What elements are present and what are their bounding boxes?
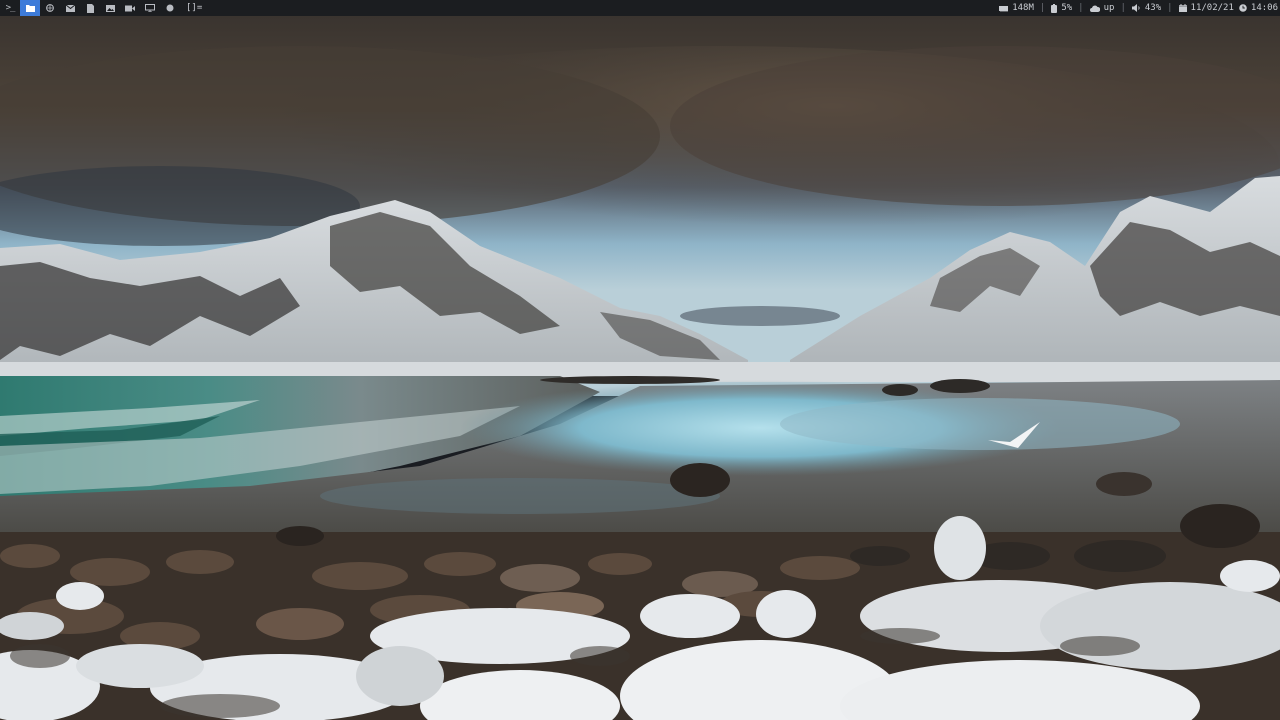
- wallpaper-image: [0, 16, 1280, 720]
- separator: |: [1078, 3, 1084, 13]
- desktop: >_ []= 148M | 5% | up | 43% | 11/02/21 1…: [0, 0, 1280, 720]
- workspace-globe[interactable]: [40, 0, 60, 16]
- globe-icon: [46, 4, 54, 12]
- clock-widget[interactable]: 14:06: [1239, 0, 1278, 16]
- status-area: 148M | 5% | up | 43% | 11/02/21 14:06: [999, 0, 1280, 16]
- clock-icon: [1239, 4, 1247, 12]
- separator: |: [1120, 3, 1126, 13]
- network-value: up: [1103, 3, 1115, 13]
- date-widget[interactable]: 11/02/21: [1178, 0, 1234, 16]
- workspace-document[interactable]: [80, 0, 100, 16]
- date-value: 11/02/21: [1190, 3, 1234, 13]
- time-value: 14:06: [1250, 3, 1278, 13]
- top-bar: >_ []= 148M | 5% | up | 43% | 11/02/21 1…: [0, 0, 1280, 16]
- memory-icon: [999, 5, 1009, 12]
- workspace-monitor[interactable]: [140, 0, 160, 16]
- separator: |: [1167, 3, 1173, 13]
- memory-widget[interactable]: 148M: [999, 0, 1034, 16]
- workspace-video[interactable]: [120, 0, 140, 16]
- circle-icon: [166, 4, 174, 12]
- folder-icon: [25, 5, 35, 12]
- cpu-value: 5%: [1061, 3, 1073, 13]
- cpu-widget[interactable]: 5%: [1051, 0, 1072, 16]
- terminal-icon: >_: [5, 3, 16, 13]
- separator: |: [1039, 3, 1046, 13]
- volume-value: 43%: [1144, 3, 1162, 13]
- workspace-mail[interactable]: [60, 0, 80, 16]
- mail-icon: [65, 4, 75, 12]
- volume-widget[interactable]: 43%: [1131, 0, 1162, 16]
- terminal-launcher[interactable]: >_: [0, 0, 20, 16]
- volume-icon: [1131, 4, 1140, 12]
- workspace-folder[interactable]: [20, 0, 40, 16]
- memory-value: 148M: [1012, 3, 1034, 13]
- cpu-icon: [1051, 3, 1058, 13]
- calendar-icon: [1178, 4, 1187, 12]
- document-icon: [86, 3, 94, 13]
- video-icon: [125, 5, 135, 11]
- network-widget[interactable]: up: [1089, 0, 1115, 16]
- workspace-circle[interactable]: [160, 0, 180, 16]
- monitor-icon: [145, 4, 155, 12]
- image-icon: [105, 4, 115, 12]
- layout-indicator[interactable]: []=: [186, 0, 202, 16]
- cloud-icon: [1089, 5, 1100, 12]
- workspace-image[interactable]: [100, 0, 120, 16]
